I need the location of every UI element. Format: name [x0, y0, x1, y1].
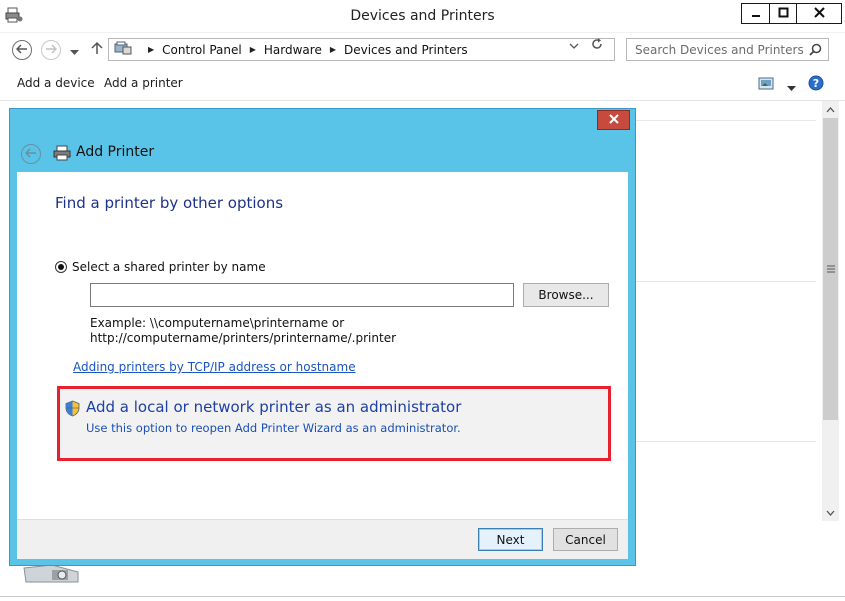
help-icon[interactable]: ?	[808, 75, 824, 94]
admin-option-highlight[interactable]: Add a local or network printer as an adm…	[57, 386, 611, 461]
next-button[interactable]: Next	[478, 528, 543, 551]
scroll-down-button[interactable]	[822, 504, 839, 521]
divider	[636, 441, 816, 442]
add-printer-button[interactable]: Add a printer	[104, 76, 183, 90]
arrow-left-icon	[24, 147, 37, 161]
breadcrumb-separator-icon: ▶	[249, 45, 256, 54]
search-icon[interactable]	[809, 43, 822, 59]
control-panel-icon	[114, 41, 132, 58]
shared-printer-label[interactable]: Select a shared printer by name	[72, 260, 266, 274]
search-box[interactable]: Search Devices and Printers	[626, 38, 829, 61]
dialog-content: Find a printer by other options Select a…	[17, 172, 628, 552]
maximize-icon	[778, 7, 789, 21]
breadcrumb-hardware[interactable]: Hardware	[264, 43, 322, 57]
window-titlebar: Devices and Printers	[0, 0, 845, 33]
up-arrow-icon[interactable]	[91, 41, 103, 58]
uac-shield-icon	[65, 400, 80, 420]
add-printer-dialog: Add Printer Find a printer by other opti…	[9, 108, 636, 566]
radio-selected-dot	[58, 264, 64, 270]
add-device-button[interactable]: Add a device	[17, 76, 95, 90]
shared-printer-radio[interactable]	[55, 261, 67, 273]
recent-locations-dropdown[interactable]	[70, 45, 79, 59]
back-button[interactable]	[12, 40, 32, 60]
window-title: Devices and Printers	[350, 8, 495, 24]
example-line-1: Example: \\computername\printername or	[90, 316, 345, 330]
example-line-2: http://computername/printers/printername…	[90, 331, 397, 345]
status-divider	[0, 596, 845, 597]
vertical-scrollbar[interactable]	[822, 101, 839, 521]
shared-printer-option[interactable]: Select a shared printer by name	[55, 260, 266, 274]
dialog-close-button[interactable]	[597, 110, 630, 130]
close-icon	[813, 6, 825, 21]
arrow-right-icon	[45, 43, 58, 57]
tcp-ip-link[interactable]: Adding printers by TCP/IP address or hos…	[73, 360, 356, 374]
minimize-button[interactable]	[741, 3, 769, 24]
forward-button[interactable]	[41, 40, 61, 60]
dialog-header: Add Printer	[10, 139, 635, 171]
refresh-icon[interactable]	[590, 37, 604, 54]
scrollbar-thumb[interactable]	[823, 118, 838, 420]
close-icon	[608, 113, 619, 127]
address-toolbar: ▶ Control Panel ▶ Hardware ▶ Devices and…	[0, 33, 845, 67]
admin-option-title[interactable]: Add a local or network printer as an adm…	[86, 398, 461, 416]
divider	[636, 281, 816, 282]
page-heading: Find a printer by other options	[55, 194, 284, 212]
breadcrumb-control-panel[interactable]: Control Panel	[162, 43, 242, 57]
change-view-icon[interactable]	[758, 77, 774, 94]
divider	[636, 120, 816, 121]
printer-icon	[53, 145, 71, 164]
admin-option-subtitle: Use this option to reopen Add Printer Wi…	[86, 421, 461, 435]
scroll-up-button[interactable]	[822, 101, 839, 118]
dialog-footer: Next Cancel	[17, 519, 628, 559]
printer-name-input[interactable]	[90, 283, 514, 307]
svg-text:?: ?	[813, 77, 819, 90]
breadcrumb-separator-icon: ▶	[329, 45, 336, 54]
example-text: Example: \\computername\printername or h…	[90, 316, 396, 346]
view-options-dropdown[interactable]	[787, 81, 796, 95]
search-placeholder: Search Devices and Printers	[635, 43, 804, 57]
dialog-back-button[interactable]	[21, 144, 41, 164]
address-dropdown-icon[interactable]	[569, 39, 579, 53]
breadcrumb-separator-icon: ▶	[148, 45, 155, 54]
address-box[interactable]: ▶ Control Panel ▶ Hardware ▶ Devices and…	[108, 38, 615, 61]
cancel-button[interactable]: Cancel	[553, 528, 618, 551]
command-bar: Add a device Add a printer ?	[0, 67, 845, 101]
breadcrumb-devices-printers[interactable]: Devices and Printers	[344, 43, 468, 57]
dialog-title: Add Printer	[76, 144, 155, 160]
arrow-left-icon	[15, 43, 28, 57]
maximize-button[interactable]	[769, 3, 796, 24]
close-button[interactable]	[796, 3, 842, 24]
minimize-icon	[751, 7, 761, 21]
grip-icon	[826, 262, 835, 276]
browse-button[interactable]: Browse...	[523, 283, 609, 307]
